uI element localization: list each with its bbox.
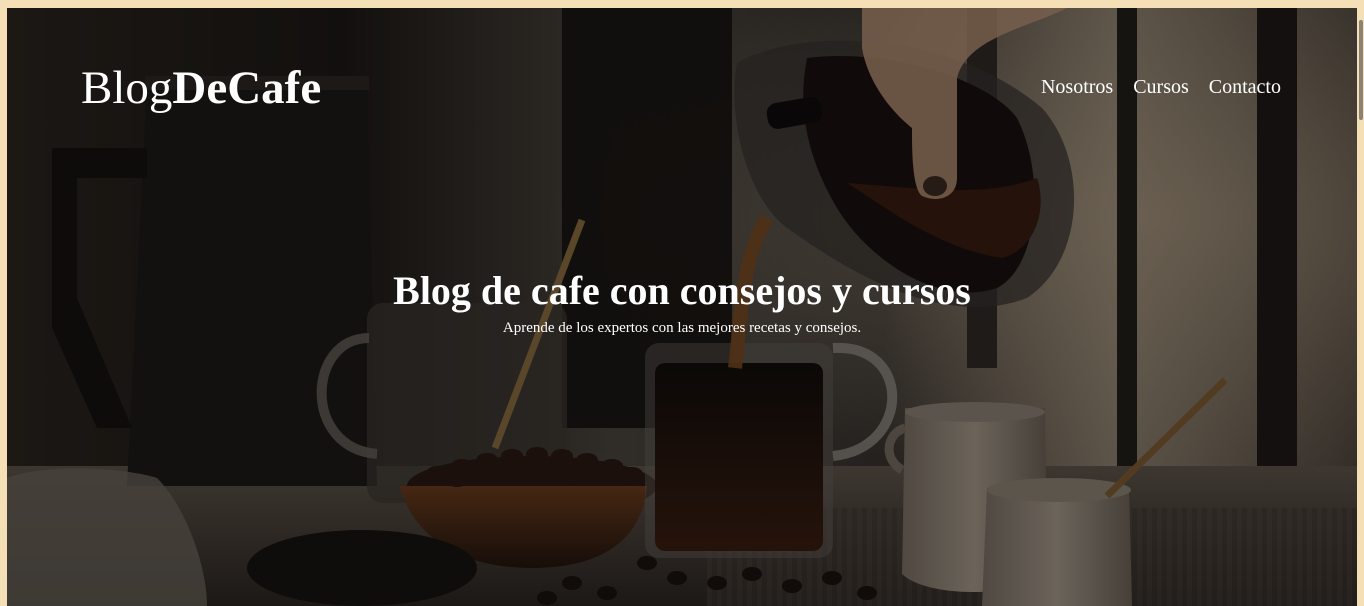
site-header: BlogDeCafe Nosotros Cursos Contacto (7, 8, 1357, 168)
page-frame: BlogDeCafe Nosotros Cursos Contacto Blog… (7, 8, 1357, 606)
nav-link-cursos[interactable]: Cursos (1133, 74, 1189, 100)
page-scrollbar[interactable] (1357, 8, 1364, 606)
hero-content: Blog de cafe con consejos y cursos Apren… (7, 266, 1357, 338)
scrollbar-thumb[interactable] (1359, 20, 1363, 120)
site-logo[interactable]: BlogDeCafe (81, 58, 321, 118)
nav-link-contacto[interactable]: Contacto (1209, 74, 1281, 100)
nav-link-nosotros[interactable]: Nosotros (1041, 74, 1113, 100)
logo-regular-text: Blog (81, 62, 173, 114)
hero-subtitle: Aprende de los expertos con las mejores … (502, 320, 862, 336)
hero-title: Blog de cafe con consejos y cursos (393, 268, 971, 313)
main-navigation: Nosotros Cursos Contacto (1041, 74, 1281, 100)
logo-bold-text: DeCafe (172, 62, 322, 114)
